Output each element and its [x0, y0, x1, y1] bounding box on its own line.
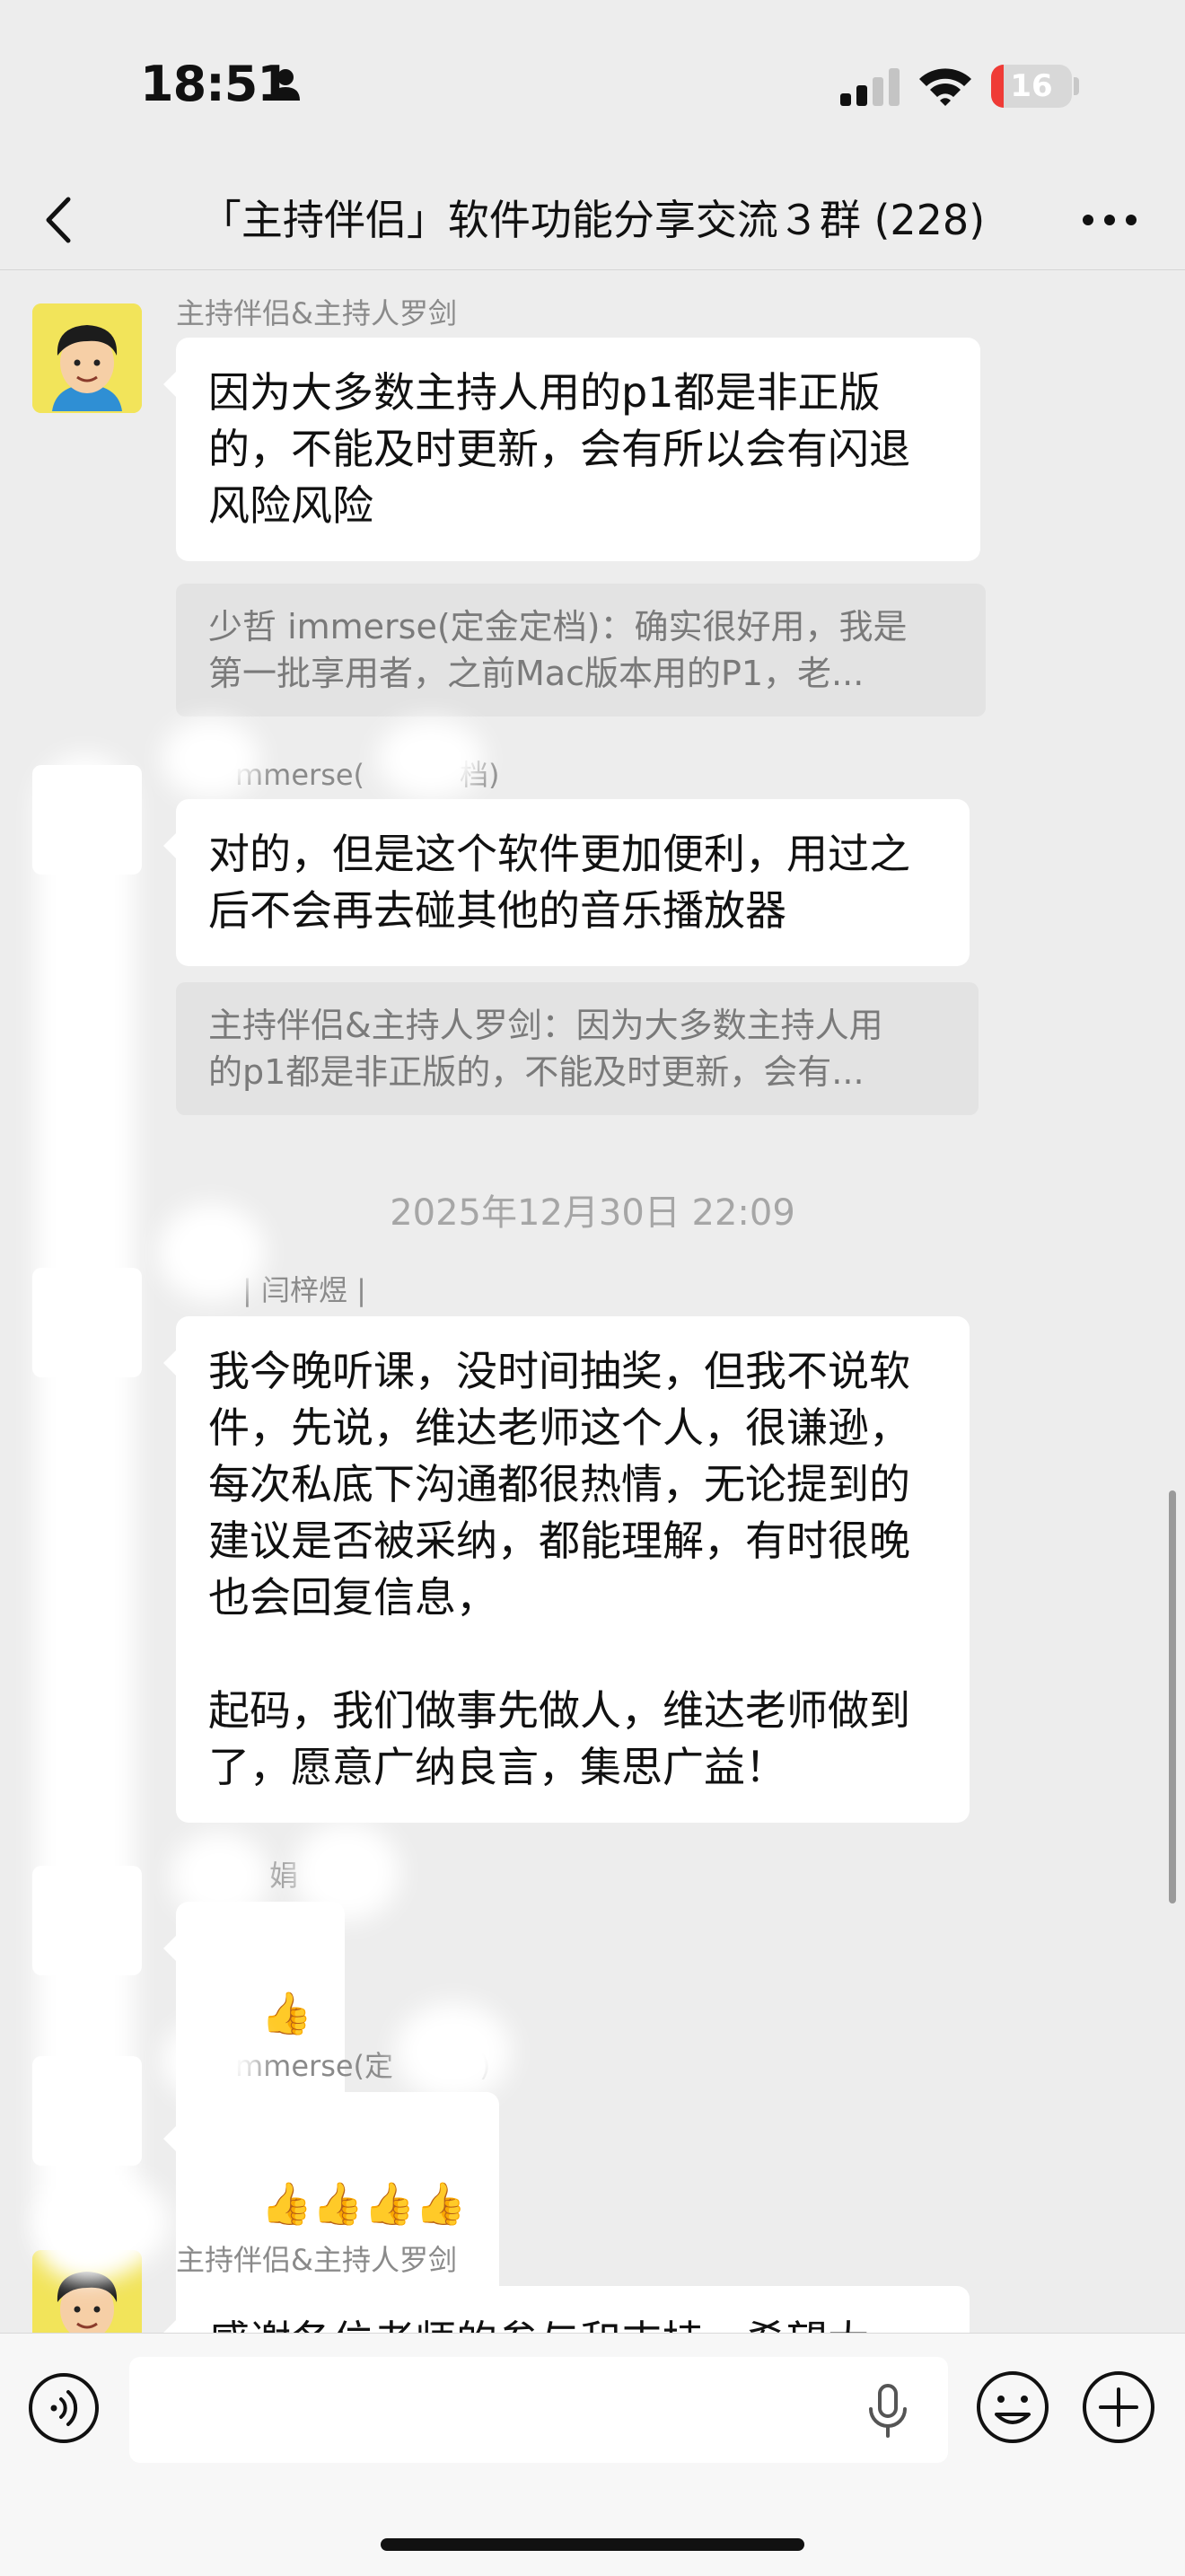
input-bar — [0, 2333, 1185, 2576]
sender-name: 主持伴侣&主持人罗剑 — [176, 2243, 457, 2277]
status-bar: 18:51 16 — [0, 0, 1185, 171]
more-options-icon[interactable] — [1077, 207, 1142, 233]
cartoon-face-avatar-icon — [32, 303, 142, 413]
privacy-blur — [377, 718, 485, 799]
message-bubble[interactable]: 👍👍👍👍 — [163, 2092, 499, 2316]
cellular-signal-icon — [840, 68, 900, 106]
quoted-text: 主持伴侣&主持人罗剑：因为大多数主持人用 — [208, 1006, 883, 1045]
privacy-blur — [36, 754, 135, 2281]
message-bubble[interactable]: 因为大多数主持人用的p1都是非正版的，不能及时更新，会有所以会有闪退风险风险 — [163, 338, 980, 561]
quoted-text: 的p1都是非正版的，不能及时更新，会有... — [208, 1052, 865, 1092]
privacy-blur — [395, 2002, 512, 2101]
privacy-blur — [171, 1832, 269, 1921]
quoted-reply[interactable]: 少哲 immerse(定金定档)：确实很好用，我是 第一批享用者，之前Mac版本… — [176, 584, 986, 717]
thumbs-up-emoji: 👍👍👍👍 — [260, 2179, 467, 2228]
privacy-blur — [162, 2020, 260, 2101]
privacy-blur — [36, 2173, 171, 2272]
scrollbar[interactable] — [1169, 1490, 1176, 1903]
thumbs-up-emoji: 👍 — [260, 1989, 312, 2037]
battery-percent: 16 — [1010, 68, 1053, 104]
sender-name: 主持伴侣&主持人罗剑 — [176, 296, 457, 330]
privacy-blur — [293, 1823, 400, 1921]
quoted-text: 第一批享用者，之前Mac版本用的P1，老... — [208, 654, 865, 693]
message-bubble[interactable]: 感谢各位老师的参与和支持，希望大 — [163, 2286, 970, 2333]
add-attachment-icon[interactable] — [1081, 2369, 1156, 2445]
microphone-icon[interactable] — [865, 2384, 910, 2438]
emoji-icon[interactable] — [975, 2369, 1050, 2445]
message-bubble[interactable]: 我今晚听课，没时间抽奖，但我不说软件，先说，维达老师这个人，很谦逊，每次私底下沟… — [163, 1316, 970, 1823]
home-indicator — [381, 2538, 804, 2551]
battery-indicator: 16 — [991, 65, 1072, 108]
wifi-icon — [919, 68, 971, 106]
voice-mode-icon[interactable] — [27, 2371, 101, 2445]
message-bubble[interactable]: 对的，但是这个软件更加便利，用过之后不会再去碰其他的音乐播放器 — [163, 799, 970, 966]
privacy-blur — [162, 718, 260, 799]
sender-name: | 闫梓煜 | — [242, 1273, 366, 1307]
status-time: 18:51 — [140, 56, 291, 112]
message-list[interactable]: 主持伴侣&主持人罗剑 因为大多数主持人用的p1都是非正版的，不能及时更新，会有所… — [0, 269, 1185, 2333]
person-icon — [271, 69, 300, 101]
quoted-text: 少哲 immerse(定金定档)：确实很好用，我是 — [208, 607, 908, 646]
battery-cap — [1074, 77, 1079, 95]
quoted-reply[interactable]: 主持伴侣&主持人罗剑：因为大多数主持人用 的p1都是非正版的，不能及时更新，会有… — [176, 982, 979, 1115]
privacy-blur — [158, 1203, 266, 1302]
avatar[interactable] — [32, 303, 142, 413]
back-chevron-icon[interactable] — [36, 192, 81, 248]
chat-title: 「主持伴侣」软件功能分享交流３群 (228) — [199, 196, 986, 244]
message-input[interactable] — [129, 2357, 948, 2463]
chat-header: 「主持伴侣」软件功能分享交流３群 (228) — [0, 171, 1185, 270]
